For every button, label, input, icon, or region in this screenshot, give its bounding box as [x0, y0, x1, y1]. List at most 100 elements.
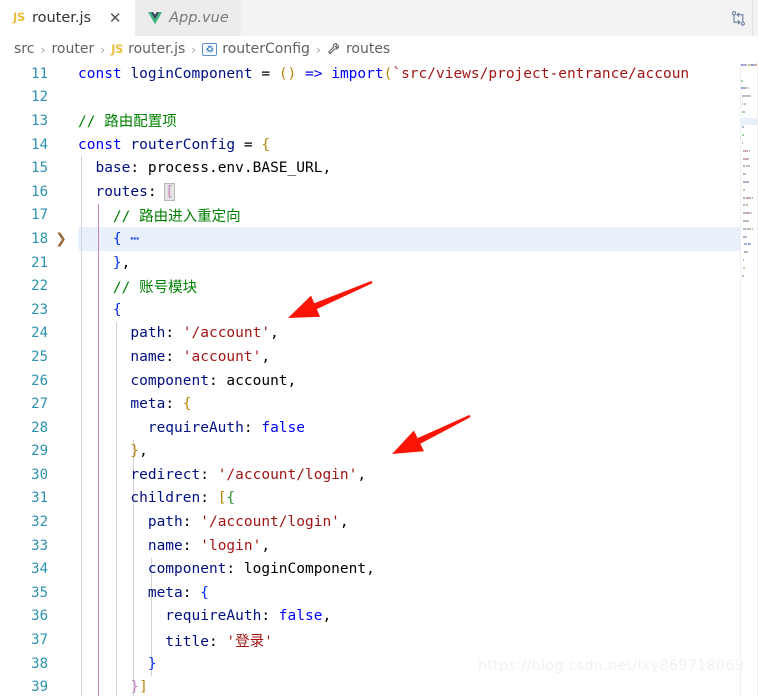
code-line[interactable]: 13 // 路由配置项	[0, 109, 758, 133]
token: {	[78, 301, 122, 318]
breadcrumb-label: routerConfig	[222, 41, 310, 57]
code-editor[interactable]: 11 const loginComponent = () => import(`s…	[0, 62, 758, 696]
line-number: 27	[31, 396, 48, 413]
token: // 账号模块	[78, 279, 198, 296]
line-number: 39	[31, 679, 48, 696]
minimap-line	[751, 227, 753, 230]
code-line[interactable]: 12	[0, 86, 758, 110]
line-number: 21	[31, 254, 48, 271]
token: account	[226, 372, 288, 389]
wrench-icon	[327, 42, 341, 56]
close-icon[interactable]: ✕	[107, 10, 123, 26]
breadcrumb-label: routes	[345, 41, 391, 57]
code-line[interactable]: 36 requireAuth: false,	[0, 605, 758, 629]
token: ,	[322, 608, 332, 625]
fold-chevron-icon[interactable]: ❯	[48, 231, 74, 247]
code-line[interactable]: 25 name: 'account',	[0, 345, 758, 369]
token: routes	[78, 183, 148, 200]
token: :	[243, 419, 262, 436]
tab-router-js[interactable]: JS router.js ✕	[0, 0, 136, 36]
minimap-line	[747, 181, 750, 183]
breadcrumb-label: router	[51, 41, 95, 57]
code-text: const routerConfig = {	[74, 137, 758, 153]
breadcrumb-separator: ›	[100, 41, 106, 57]
vue-file-icon	[148, 11, 163, 25]
code-line[interactable]: 35 meta: {	[0, 581, 758, 605]
token: `src/views/project-entrance/accoun	[392, 65, 690, 82]
minimap-line	[746, 95, 751, 98]
breadcrumb-item-routes[interactable]: routes	[327, 41, 390, 57]
line-number: 15	[31, 160, 48, 177]
code-line[interactable]: 27 meta: {	[0, 392, 758, 416]
code-text: children: [{	[74, 490, 758, 506]
code-line[interactable]: 32 path: '/account/login',	[0, 510, 758, 534]
token: .env.BASE_URL,	[208, 160, 332, 177]
token: :	[165, 348, 183, 365]
code-line[interactable]: 16 routes: [	[0, 180, 758, 204]
token: 'account'	[182, 348, 262, 365]
code-line[interactable]: 34 component: loginComponent,	[0, 557, 758, 581]
line-number: 30	[31, 466, 48, 483]
code-line[interactable]: 17 // 路由进入重定向	[0, 204, 758, 228]
code-line[interactable]: 21 },	[0, 251, 758, 275]
code-line[interactable]: 37 title: '登录'	[0, 628, 758, 652]
code-text: base: process.env.BASE_URL,	[74, 160, 758, 176]
code-line[interactable]: 29 },	[0, 440, 758, 464]
code-line[interactable]: 22 // 账号模块	[0, 274, 758, 298]
token: name	[78, 537, 183, 554]
breadcrumb-item-src[interactable]: src	[14, 41, 34, 57]
code-line[interactable]: 15 base: process.env.BASE_URL,	[0, 156, 758, 180]
token: name	[78, 348, 166, 365]
token: ,	[261, 348, 271, 365]
token: :	[200, 466, 218, 483]
token: '/account/login'	[200, 514, 340, 531]
breadcrumb-item-router-js[interactable]: JS router.js	[111, 41, 185, 57]
token: process	[147, 160, 209, 177]
code-text: component: loginComponent,	[74, 561, 758, 577]
tab-label: router.js	[31, 10, 92, 26]
token: meta	[78, 584, 183, 601]
editor-tab-bar: JS router.js ✕ App.vue	[0, 0, 758, 36]
token: }	[78, 655, 157, 672]
code-text: {	[74, 302, 758, 318]
open-changes-icon[interactable]	[724, 4, 752, 32]
line-number: 11	[31, 65, 48, 82]
code-line[interactable]: 26 component: account,	[0, 369, 758, 393]
code-line[interactable]: 28 requireAuth: false	[0, 416, 758, 440]
breadcrumb-item-router[interactable]: router	[51, 41, 94, 57]
code-line[interactable]: 23 {	[0, 298, 758, 322]
token: ,	[287, 372, 297, 389]
vscode-window: JS router.js ✕ App.vue src › router › JS…	[0, 0, 758, 696]
token: }	[78, 679, 140, 696]
line-number: 36	[31, 608, 48, 625]
code-line[interactable]: 24 path: '/account',	[0, 322, 758, 346]
token: children	[78, 490, 201, 507]
token: }	[78, 443, 140, 460]
breadcrumb: src › router › JS router.js › ♽ routerCo…	[0, 36, 758, 62]
token: =	[252, 65, 279, 82]
token: const	[78, 65, 122, 82]
code-text: requireAuth: false,	[74, 608, 758, 624]
code-line[interactable]: 39 }]	[0, 675, 758, 696]
token: loginComponent	[243, 561, 367, 578]
code-line[interactable]: 18 ❯ { ⋯	[0, 227, 758, 251]
token: (	[278, 65, 288, 82]
code-line[interactable]: 30 redirect: '/account/login',	[0, 463, 758, 487]
line-number: 23	[31, 301, 48, 318]
code-text: // 账号模块	[74, 276, 758, 297]
code-line[interactable]: 33 name: 'login',	[0, 534, 758, 558]
token: path	[78, 325, 166, 342]
token: :	[165, 325, 183, 342]
token: :	[182, 584, 201, 601]
code-line[interactable]: 11 const loginComponent = () => import(`s…	[0, 62, 758, 86]
breadcrumb-item-routerconfig[interactable]: ♽ routerConfig	[202, 41, 310, 57]
code-text: // 路由配置项	[74, 110, 758, 131]
code-line[interactable]: 31 children: [{	[0, 487, 758, 511]
breadcrumb-separator: ›	[40, 41, 46, 57]
tab-app-vue[interactable]: App.vue	[135, 0, 241, 36]
code-text: routes: [	[74, 182, 758, 201]
token: loginComponent	[130, 65, 253, 82]
token: // 路由进入重定向	[78, 208, 241, 225]
code-line[interactable]: 14 const routerConfig = {	[0, 133, 758, 157]
